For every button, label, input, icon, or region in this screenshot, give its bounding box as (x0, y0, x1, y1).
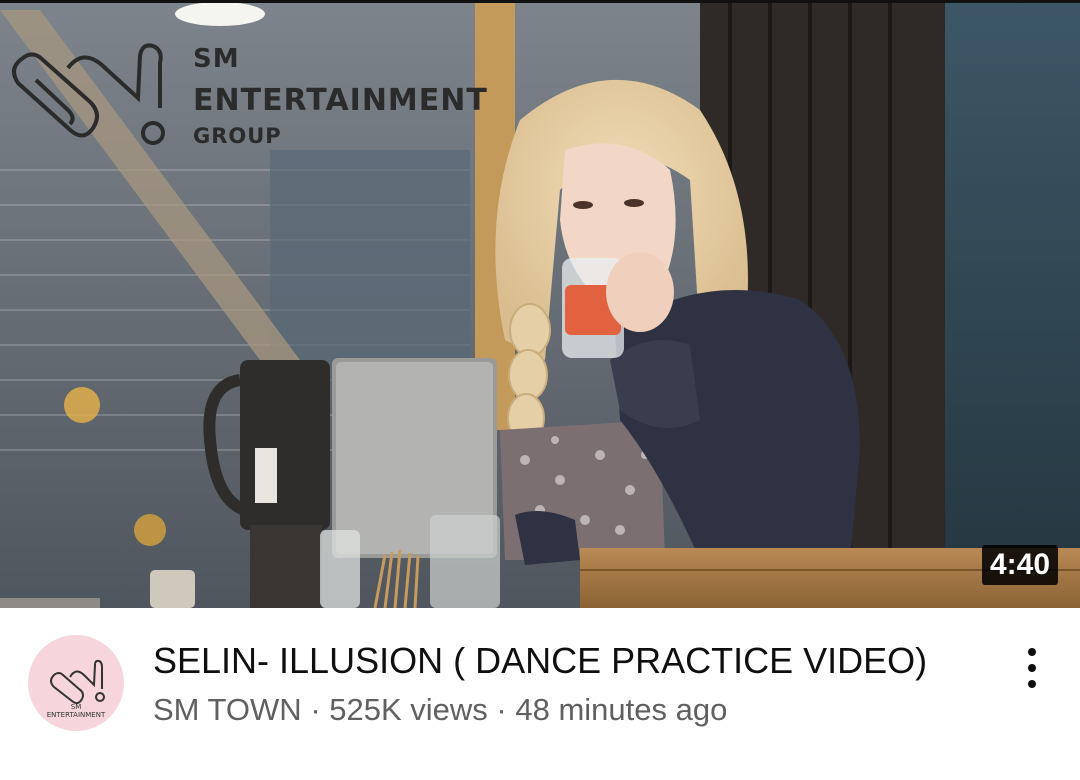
sm-logo-icon (12, 43, 165, 145)
menu-dot (1028, 648, 1036, 656)
meta-separator: · (487, 692, 516, 727)
watermark-line-sm: SM (193, 44, 240, 74)
video-metadata: SM TOWN · 525K views · 48 minutes ago (153, 692, 727, 728)
more-vert-icon[interactable] (1010, 646, 1054, 690)
watermark-line-entertainment: ENTERTAINMENT (193, 83, 488, 118)
meta-separator: · (301, 692, 330, 727)
upload-age: 48 minutes ago (515, 692, 728, 727)
menu-dot (1028, 680, 1036, 688)
channel-avatar[interactable]: SM ENTERTAINMENT (28, 635, 124, 731)
channel-name[interactable]: SM TOWN (153, 692, 302, 727)
video-thumbnail[interactable]: SM ENTERTAINMENT GROUP 4:40 (0, 0, 1080, 608)
video-title[interactable]: SELIN- ILLUSION ( DANCE PRACTICE VIDEO) (153, 640, 927, 682)
watermark-line-group: GROUP (193, 124, 282, 148)
sm-entertainment-watermark: SM ENTERTAINMENT GROUP (8, 38, 518, 158)
menu-dot (1028, 664, 1036, 672)
duration-badge: 4:40 (981, 545, 1058, 585)
view-count: 525K views (329, 692, 488, 727)
avatar-caption: SM ENTERTAINMENT (28, 703, 124, 719)
avatar-caption-line1: SM (70, 703, 82, 711)
avatar-caption-line2: ENTERTAINMENT (46, 711, 106, 719)
video-info-row: SM ENTERTAINMENT SELIN- ILLUSION ( DANCE… (0, 608, 1080, 780)
